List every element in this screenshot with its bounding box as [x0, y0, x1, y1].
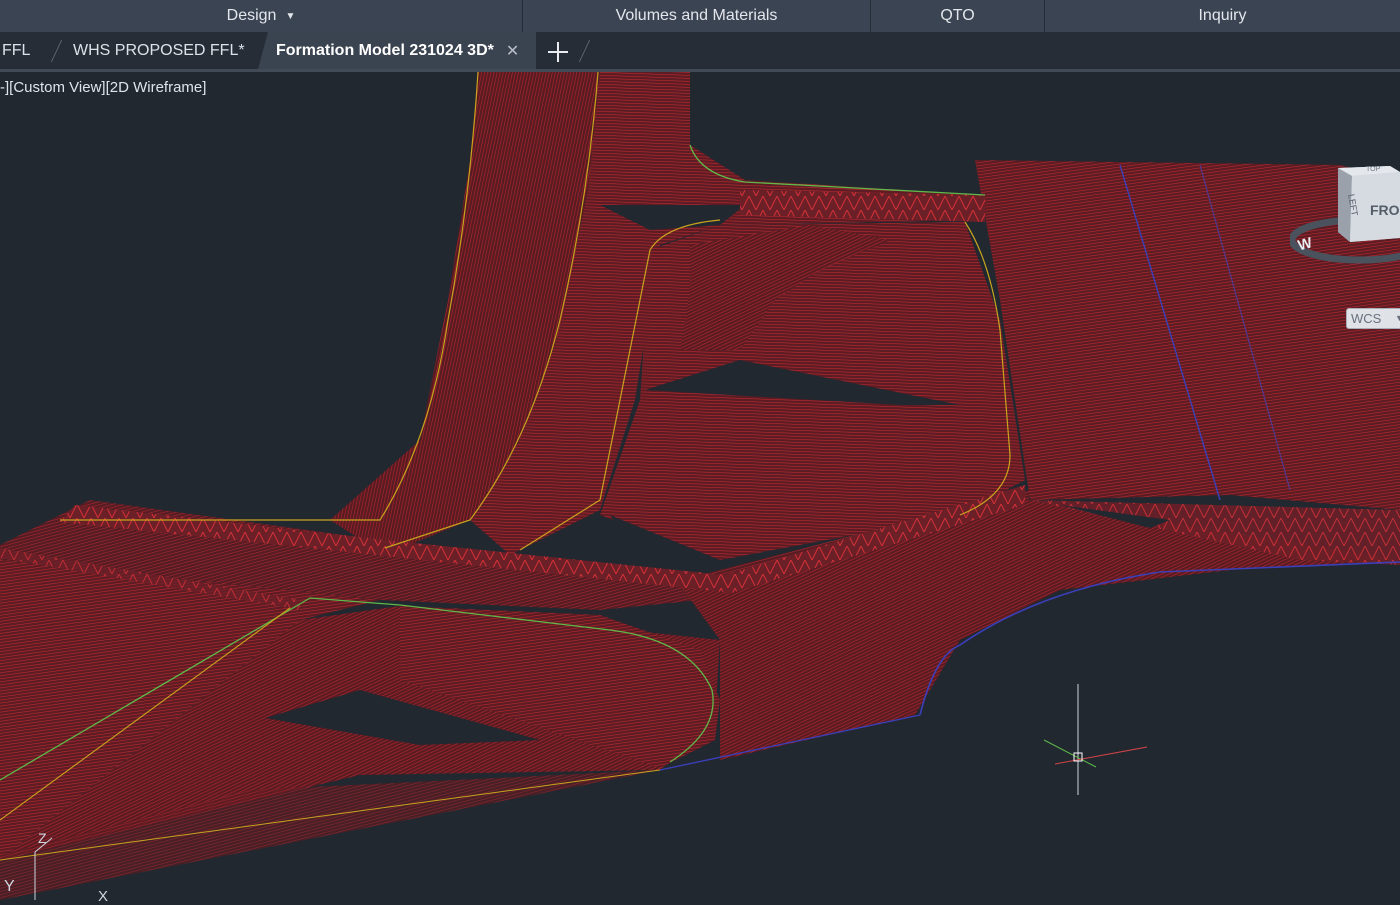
drawing-viewport[interactable]: Y X Z	[0, 72, 1400, 905]
tab-divider	[578, 40, 591, 62]
tab-ffl[interactable]: FFL	[2, 32, 30, 69]
close-icon[interactable]: ✕	[506, 41, 519, 61]
ucs-x-label: X	[98, 888, 109, 905]
crosshair-cursor	[1043, 684, 1148, 795]
ucs-y-label: Y	[4, 878, 15, 895]
tab-formation-label: Formation Model 231024 3D*	[276, 41, 494, 59]
ribbon-panel-inquiry-label: Inquiry	[1198, 7, 1247, 24]
tab-ffl-label: FFL	[2, 41, 31, 59]
file-tab-bar: FFL WHS PROPOSED FFL* Formation Model 23…	[0, 32, 1400, 72]
wcs-menu[interactable]: WCS ▼	[1346, 308, 1400, 329]
viewcube-top-label[interactable]: TOP	[1366, 166, 1380, 173]
tab-whs-proposed-ffl[interactable]: WHS PROPOSED FFL*	[73, 32, 245, 69]
tab-whs-label: WHS PROPOSED FFL*	[73, 41, 245, 59]
ribbon-panel-qto-label: QTO	[940, 7, 975, 24]
tab-divider	[50, 40, 63, 62]
ribbon-panel-volumes-materials[interactable]: Volumes and Materials	[523, 0, 871, 32]
caret-down-icon[interactable]: ▼	[285, 11, 295, 22]
wireframe-model	[0, 72, 1400, 900]
viewport-controls-label[interactable]: -][Custom View][2D Wireframe]	[0, 79, 206, 96]
ribbon-panel-inquiry[interactable]: Inquiry	[1045, 0, 1400, 32]
ribbon-panel-volumes-label: Volumes and Materials	[615, 7, 778, 24]
caret-down-icon: ▼	[1395, 313, 1400, 323]
viewcube[interactable]: FRONT LEFT TOP W	[1288, 160, 1400, 270]
ribbon-panel-qto[interactable]: QTO	[871, 0, 1045, 32]
plus-icon[interactable]	[546, 40, 570, 64]
ribbon-panel-bar: Design ▼ Volumes and Materials QTO Inqui…	[0, 0, 1400, 32]
ribbon-panel-design-label: Design	[226, 7, 277, 24]
viewcube-front-label[interactable]: FRONT	[1370, 202, 1400, 218]
tab-formation-model[interactable]: Formation Model 231024 3D* ✕	[258, 32, 536, 69]
ucs-z-label: Z	[38, 830, 47, 846]
wcs-label: WCS	[1351, 311, 1382, 326]
ribbon-panel-design[interactable]: Design ▼	[0, 0, 523, 32]
